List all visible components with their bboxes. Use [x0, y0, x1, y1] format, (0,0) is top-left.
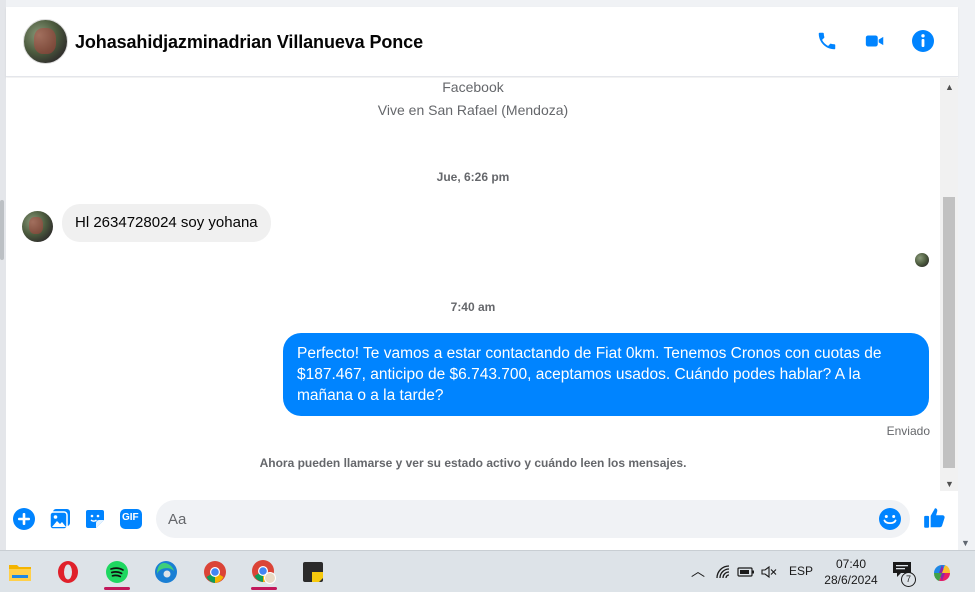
sticker-icon	[86, 510, 104, 528]
windows-taskbar: ︿ ESP 07:40 28/6/2024 7	[0, 550, 975, 592]
taskbar-opera[interactable]	[49, 554, 87, 590]
more-actions-button[interactable]	[12, 507, 36, 531]
page-scrollbar[interactable]: ▼	[958, 0, 975, 550]
phone-icon	[818, 32, 836, 50]
contact-avatar[interactable]	[23, 19, 68, 64]
photo-icon	[49, 509, 70, 530]
audio-call-button[interactable]	[814, 28, 840, 54]
incoming-message-bubble[interactable]: Hl 2634728024 soy yohana	[62, 204, 271, 242]
plus-circle-icon	[13, 508, 35, 530]
wifi-icon[interactable]	[715, 564, 731, 580]
taskbar-copilot[interactable]	[931, 562, 953, 584]
chrome-icon	[204, 561, 226, 583]
sticker-button[interactable]	[83, 507, 107, 531]
scroll-down-arrow[interactable]: ▼	[945, 479, 954, 489]
message-input[interactable]	[168, 500, 868, 538]
copilot-icon	[933, 565, 951, 581]
battery-icon[interactable]	[737, 565, 755, 579]
message-timestamp: Jue, 6:26 pm	[436, 170, 510, 184]
gif-button[interactable]: GIF	[118, 507, 144, 531]
clock-time: 07:40	[835, 557, 867, 571]
taskbar-clock[interactable]: 07:40 28/6/2024	[818, 556, 884, 588]
folder-icon	[9, 565, 31, 581]
language-indicator[interactable]: ESP	[789, 564, 813, 578]
like-button[interactable]	[921, 504, 949, 532]
thumbs-up-icon	[924, 508, 945, 528]
read-receipt-avatar	[915, 253, 929, 267]
page-scroll-down-arrow[interactable]: ▼	[961, 538, 970, 548]
chat-window: Johasahidjazminadrian Villanueva Ponce F…	[6, 7, 958, 550]
gif-label: GIF	[122, 512, 139, 523]
chrome-profile-icon	[252, 560, 276, 584]
page-left-scrollbar[interactable]	[0, 200, 4, 260]
screen: ▼ Johasahidjazminadrian Villanueva Ponce	[0, 0, 975, 592]
message-list[interactable]: Facebook Vive en San Rafael (Mendoza) Ju…	[6, 78, 940, 491]
profile-location: Vive en San Rafael (Mendoza)	[377, 102, 569, 118]
scrollbar-thumb[interactable]	[943, 197, 955, 468]
taskbar-spotify[interactable]	[98, 554, 136, 590]
notification-count-badge: 7	[901, 572, 916, 587]
taskbar-edge[interactable]	[147, 554, 185, 590]
message-scrollbar[interactable]: ▲ ▼	[940, 78, 958, 491]
clock-date: 28/6/2024	[824, 573, 878, 587]
message-input-wrapper[interactable]	[156, 500, 910, 538]
sticky-notes-icon	[303, 562, 323, 582]
video-camera-icon	[865, 35, 884, 47]
taskbar-file-explorer[interactable]	[1, 554, 39, 590]
connection-notice: Ahora pueden llamarse y ver su estado ac…	[259, 456, 687, 470]
info-icon	[912, 30, 934, 52]
profile-source: Facebook	[442, 79, 504, 95]
opera-icon	[58, 561, 78, 583]
conversation-info-button[interactable]	[910, 28, 936, 54]
scroll-up-arrow[interactable]: ▲	[945, 82, 954, 92]
taskbar-sticky-notes[interactable]	[294, 554, 332, 590]
attach-photo-button[interactable]	[48, 507, 72, 531]
taskbar-chrome[interactable]	[196, 554, 234, 590]
emoji-button[interactable]	[878, 507, 902, 531]
video-call-button[interactable]	[862, 28, 888, 54]
taskbar-chrome-profile[interactable]	[245, 554, 283, 590]
notification-center-button[interactable]: 7	[892, 561, 916, 587]
message-status: Enviado	[886, 424, 930, 438]
outgoing-message-bubble[interactable]: Perfecto! Te vamos a estar contactando d…	[283, 333, 929, 416]
edge-icon	[155, 561, 177, 583]
message-timestamp: 7:40 am	[450, 300, 496, 314]
speaker-muted-icon[interactable]	[761, 565, 777, 579]
contact-name[interactable]: Johasahidjazminadrian Villanueva Ponce	[75, 32, 423, 53]
chat-header: Johasahidjazminadrian Villanueva Ponce	[6, 7, 958, 77]
smiley-icon	[879, 508, 901, 530]
message-composer: GIF	[6, 491, 958, 550]
spotify-icon	[106, 561, 128, 583]
show-hidden-icons-chevron-icon[interactable]: ︿	[691, 561, 705, 581]
sender-avatar[interactable]	[22, 211, 53, 242]
